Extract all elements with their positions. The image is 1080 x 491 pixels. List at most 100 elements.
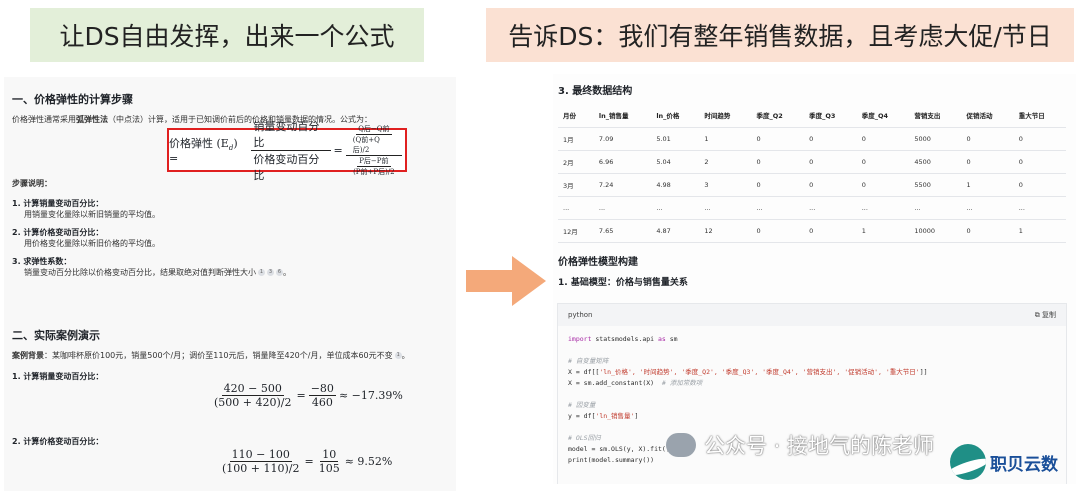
table-cell: ... bbox=[856, 196, 910, 220]
table-cell: ... bbox=[593, 196, 652, 220]
table-cell: 0 bbox=[961, 150, 1014, 174]
table-cell: 0 bbox=[961, 219, 1014, 243]
table-cell: 0 bbox=[804, 173, 857, 197]
calc1-equation: 420 − 500 (500 + 420)/2 = −80 460 ≈ −17.39… bbox=[214, 382, 403, 409]
table-header: 时间趋势 bbox=[699, 104, 752, 128]
table-cell: 1月 bbox=[558, 127, 594, 151]
table-cell: 0 bbox=[856, 127, 910, 151]
brand-logo-icon bbox=[950, 444, 986, 480]
table-cell: 0 bbox=[856, 150, 910, 174]
calc2-title: 2. 计算价格变动百分比： bbox=[12, 437, 104, 446]
banner-left: 让DS自由发挥，出来一个公式 bbox=[30, 8, 424, 62]
table-cell: ... bbox=[909, 196, 962, 220]
table-cell: 5.04 bbox=[651, 150, 700, 174]
code-language: python bbox=[568, 311, 593, 319]
calc2-equation: 110 − 100 (100 + 110)/2 = 10 105 ≈ 9.52% bbox=[222, 448, 393, 475]
table-cell: 7.65 bbox=[593, 219, 652, 243]
table-cell: 5000 bbox=[909, 127, 962, 151]
copy-label: 复制 bbox=[1042, 311, 1056, 319]
section2-title: 二、实际案例演示 bbox=[12, 329, 100, 342]
calc1-title: 1. 计算销量变动百分比： bbox=[12, 372, 104, 381]
banner-right: 告诉DS：我们有整年销售数据，且考虑大促/节日 bbox=[486, 8, 1074, 62]
table-cell: 1 bbox=[699, 127, 752, 151]
table-cell: 6.96 bbox=[593, 150, 652, 174]
table-row: 3月 7.24 4.98 3 0 0 0 5500 1 0 bbox=[558, 173, 1066, 197]
table-cell: 5500 bbox=[909, 173, 962, 197]
table-cell: 0 bbox=[751, 173, 805, 197]
right-arrow-icon bbox=[466, 256, 546, 306]
table-header: ln_销售量 bbox=[593, 104, 652, 128]
table-cell: 2 bbox=[699, 150, 752, 174]
intro-part-b: （中点法）计算，适用于已知调价前后的价格和销量数据的情况。公式为： bbox=[108, 115, 372, 124]
table-cell: 4.98 bbox=[651, 173, 700, 197]
table-cell: 0 bbox=[751, 127, 805, 151]
table-cell: ... bbox=[961, 196, 1014, 220]
code-header: python ⧉ 复制 bbox=[558, 304, 1066, 326]
wechat-icon bbox=[666, 433, 696, 457]
table-cell: ... bbox=[558, 196, 594, 220]
steps-title: 步骤说明： bbox=[12, 179, 52, 188]
elasticity-formula-highlight: 价格弹性 (Ed) = 销量变动百分比 价格变动百分比 = Q后−Q前 (Q前+Q… bbox=[167, 120, 407, 182]
intro-bold: 弧弹性法 bbox=[76, 115, 108, 124]
table-cell: 4.87 bbox=[651, 219, 700, 243]
table-cell: 0 bbox=[804, 219, 857, 243]
copy-button[interactable]: ⧉ 复制 bbox=[1035, 310, 1056, 320]
table-cell: ... bbox=[751, 196, 805, 220]
table-header: 季度_Q2 bbox=[751, 104, 805, 128]
table-cell: 3月 bbox=[558, 173, 594, 197]
step2-title: 2. 计算价格变动百分比： bbox=[12, 228, 104, 237]
citation-badge[interactable]: 3 bbox=[267, 269, 274, 276]
table-cell: 1 bbox=[856, 219, 910, 243]
table-cell: 12月 bbox=[558, 219, 594, 243]
citation-badge[interactable]: 1 bbox=[394, 352, 402, 359]
table-cell: 0 bbox=[961, 127, 1014, 151]
table-row: .............................. bbox=[558, 196, 1066, 220]
section1-title: 一、价格弹性的计算步骤 bbox=[12, 93, 133, 106]
formula-percent-fraction: 销量变动百分比 价格变动百分比 bbox=[251, 118, 331, 183]
table-cell: 2月 bbox=[558, 150, 594, 174]
step3-desc: 销量变动百分比除以价格变动百分比，结果取绝对值判断弹性大小 1 3 6。 bbox=[24, 268, 291, 277]
table-header: ln_价格 bbox=[651, 104, 700, 128]
step3-title: 3. 求弹性系数： bbox=[12, 257, 72, 266]
right-chat-panel: 3. 最终数据结构 月份 ln_销售量 ln_价格 时间趋势 季度_Q2 季度_… bbox=[553, 74, 1076, 484]
table-header: 季度_Q3 bbox=[804, 104, 857, 128]
table-row: 2月 6.96 5.04 2 0 0 0 4500 0 0 bbox=[558, 150, 1066, 174]
formula-equals: = bbox=[333, 143, 343, 157]
table-cell: 0 bbox=[804, 150, 857, 174]
copy-icon: ⧉ bbox=[1034, 311, 1040, 319]
table-cell: 4500 bbox=[909, 150, 962, 174]
screenshot-root: 让DS自由发挥，出来一个公式 告诉DS：我们有整年销售数据，且考虑大促/节日 一… bbox=[0, 0, 1080, 491]
case-background: 案例背景：某咖啡杯原价100元，销量500个/月；调价至110元后，销量降至42… bbox=[12, 351, 410, 360]
table-cell: 10000 bbox=[909, 219, 962, 243]
brand-logo-text: 职贝云数 bbox=[990, 454, 1058, 475]
table-cell: 0 bbox=[751, 219, 805, 243]
table-cell: 0 bbox=[1013, 127, 1066, 151]
table-row: 12月 7.65 4.87 12 0 0 1 10000 0 1 bbox=[558, 219, 1066, 243]
table-cell: 0 bbox=[1013, 150, 1066, 174]
table-cell: 0 bbox=[1013, 173, 1066, 197]
table-cell: 1 bbox=[961, 173, 1014, 197]
intro-part-a: 价格弹性通常采用 bbox=[12, 115, 76, 124]
table-cell: ... bbox=[699, 196, 752, 220]
table-cell: 0 bbox=[804, 127, 857, 151]
table-cell: ... bbox=[804, 196, 857, 220]
citation-badge[interactable]: 6 bbox=[276, 269, 283, 276]
table-cell: ... bbox=[651, 196, 700, 220]
table-header: 月份 bbox=[558, 104, 594, 128]
table-cell: 12 bbox=[699, 219, 752, 243]
data-structure-table-wrap: 月份 ln_销售量 ln_价格 时间趋势 季度_Q2 季度_Q3 季度_Q4 营… bbox=[558, 104, 1066, 243]
table-row: 1月 7.09 5.01 1 0 0 0 5000 0 0 bbox=[558, 127, 1066, 151]
model-title: 价格弹性模型构建 bbox=[558, 257, 638, 268]
step1-title: 1. 计算销量变动百分比： bbox=[12, 199, 104, 208]
table-cell: 7.24 bbox=[593, 173, 652, 197]
formula-arc-fraction: Q后−Q前 (Q前+Q后)/2 P后−P前 (P前+P后)/2 bbox=[345, 124, 402, 177]
step2-desc: 用价格变化量除以新旧价格的平均值。 bbox=[24, 239, 160, 248]
table-header-row: 月份 ln_销售量 ln_价格 时间趋势 季度_Q2 季度_Q3 季度_Q4 营… bbox=[558, 104, 1066, 128]
table-cell: ... bbox=[1013, 196, 1066, 220]
table-header: 季度_Q4 bbox=[856, 104, 910, 128]
section3-title: 3. 最终数据结构 bbox=[558, 86, 633, 97]
table-cell: 5.01 bbox=[651, 127, 700, 151]
brand-logo: 职贝云数 bbox=[950, 444, 1058, 480]
watermark-text: 公众号 · 接地气的陈老师 bbox=[704, 434, 935, 458]
citation-badge[interactable]: 1 bbox=[258, 269, 265, 276]
